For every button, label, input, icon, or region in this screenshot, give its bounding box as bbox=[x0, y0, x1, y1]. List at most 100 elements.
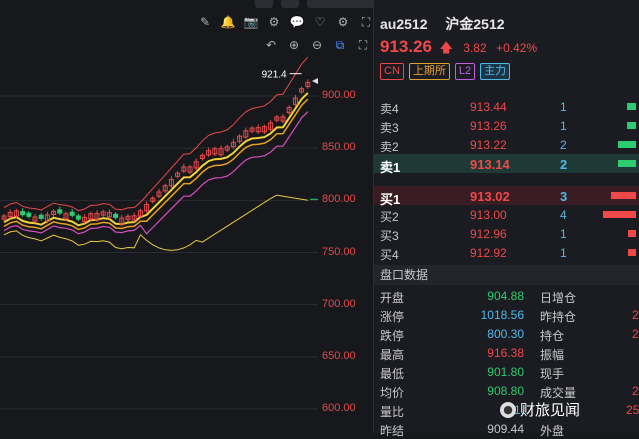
sell-price: 913.14 bbox=[470, 157, 510, 172]
stats-row: 涨停 1018.56 昨持仓 2 bbox=[374, 306, 639, 325]
stat-label: 涨停 bbox=[380, 310, 405, 324]
y-tick-label: 850.00 bbox=[322, 141, 356, 154]
sell-row[interactable]: 卖3 913.26 1 bbox=[374, 116, 639, 135]
buy-volume: 1 bbox=[560, 246, 567, 260]
stat-label: 现手 bbox=[540, 367, 565, 381]
kline-chart[interactable]: 921.4 ✎ 🔔 📷 ⚙ 💬 ♡ ⚙ ⛶ ↶ ⊕ ⊖ ⧉ ⛶ 900.00 85… bbox=[0, 0, 372, 433]
heart-icon[interactable]: ♡ bbox=[311, 14, 329, 30]
stat-label: 日增仓 bbox=[540, 291, 577, 305]
sell-row[interactable]: 卖2 913.22 2 bbox=[374, 135, 639, 154]
window-tab[interactable] bbox=[307, 0, 377, 8]
buy-price: 912.96 bbox=[470, 227, 507, 241]
buy-label: 买2 bbox=[380, 210, 399, 224]
sell-row[interactable]: 卖4 913.44 1 bbox=[374, 97, 639, 116]
boll-lower-line bbox=[3, 194, 308, 251]
section-title: 盘口数据 bbox=[374, 265, 639, 285]
chart-toolbar-second: ↶ ⊕ ⊖ ⧉ ⛶ bbox=[262, 37, 377, 53]
symbol-name: 沪金2512 bbox=[445, 16, 505, 32]
stat-value: 909.44 bbox=[487, 422, 524, 436]
quote-panel: au2512 沪金2512 913.26 🡅 3.82 +0.42% CN 上期… bbox=[373, 0, 639, 438]
tag-l2[interactable]: L2 bbox=[454, 63, 476, 80]
chat-icon[interactable]: 💬 bbox=[288, 14, 306, 30]
high-marker-label: 921.4 bbox=[262, 70, 287, 81]
zoom-in-icon[interactable]: ⊕ bbox=[285, 37, 303, 53]
price-pointer-icon bbox=[312, 78, 318, 84]
kline-canvas[interactable]: 921.4 bbox=[0, 0, 372, 433]
sell-row-best[interactable]: 卖1 913.14 2 bbox=[374, 154, 639, 175]
undo-icon[interactable]: ↶ bbox=[262, 37, 280, 53]
candle-body bbox=[69, 211, 75, 216]
candle-body bbox=[38, 214, 44, 219]
buy-price: 912.92 bbox=[470, 246, 507, 260]
buy-row[interactable]: 买4 912.92 1 bbox=[374, 243, 639, 262]
price-change: 3.82 bbox=[463, 41, 487, 55]
stat-value: 2 bbox=[632, 384, 639, 398]
select-icon[interactable]: ⧉ bbox=[331, 37, 349, 53]
stat-label: 外盘 bbox=[540, 424, 565, 438]
buy-row[interactable]: 买2 913.00 4 bbox=[374, 205, 639, 224]
tag-list: CN 上期所 L2 主力 bbox=[380, 63, 515, 80]
stat-value: 916.38 bbox=[487, 346, 524, 360]
sell-volume: 2 bbox=[560, 138, 567, 152]
stats-row: 昨结 909.44 外盘 bbox=[374, 420, 639, 439]
stats-row: 最低 901.80 现手 bbox=[374, 363, 639, 382]
candle-body bbox=[113, 213, 119, 218]
stats-row: 开盘 904.88 日增仓 bbox=[374, 287, 639, 306]
volume-bar bbox=[611, 192, 636, 199]
y-tick-label: 700.00 bbox=[322, 297, 356, 310]
sell-volume: 1 bbox=[560, 100, 567, 114]
watermark-text: 财旅见闻 bbox=[520, 401, 581, 419]
fullscreen-icon[interactable]: ⛶ bbox=[354, 37, 372, 53]
wechat-logo-icon: ● bbox=[500, 401, 516, 418]
camera-icon[interactable]: 📷 bbox=[242, 14, 260, 30]
y-tick-label: 750.00 bbox=[322, 245, 356, 258]
buy-price: 913.00 bbox=[470, 208, 507, 222]
candle-body bbox=[26, 212, 32, 217]
watermark: ● 财旅见闻 bbox=[500, 399, 580, 420]
zoom-out-icon[interactable]: ⊖ bbox=[308, 37, 326, 53]
stat-label: 昨持仓 bbox=[540, 310, 577, 324]
volume-bar bbox=[618, 160, 636, 167]
buy-row[interactable]: 买3 912.96 1 bbox=[374, 224, 639, 243]
candle-body bbox=[57, 209, 63, 214]
tag-cn[interactable]: CN bbox=[380, 63, 404, 80]
buy-volume: 1 bbox=[560, 227, 567, 241]
y-tick-label: 900.00 bbox=[322, 89, 356, 101]
stat-label: 最高 bbox=[380, 348, 405, 362]
quote-line: 913.26 🡅 3.82 +0.42% bbox=[380, 37, 537, 61]
settings-icon[interactable]: ⚙ bbox=[265, 14, 283, 30]
stats-row: 跌停 800.30 持仓 2 bbox=[374, 325, 639, 344]
stat-label: 昨结 bbox=[380, 424, 405, 438]
y-tick-label: 600.00 bbox=[322, 402, 356, 414]
sell-volume: 2 bbox=[560, 157, 568, 172]
pencil-icon[interactable]: ✎ bbox=[196, 14, 214, 30]
ma-line-2 bbox=[3, 98, 309, 231]
last-price: 913.26 bbox=[380, 37, 432, 56]
stat-value: 908.80 bbox=[487, 384, 524, 398]
tag-exchange[interactable]: 上期所 bbox=[408, 63, 450, 80]
settings2-icon[interactable]: ⚙ bbox=[334, 14, 352, 30]
stats-row: 最高 916.38 振幅 bbox=[374, 344, 639, 363]
y-tick-label: 650.00 bbox=[322, 349, 356, 362]
sell-label: 卖1 bbox=[380, 160, 401, 175]
tag-main[interactable]: 主力 bbox=[480, 63, 511, 80]
stat-label: 跌停 bbox=[380, 329, 405, 343]
stat-value: 1018.56 bbox=[480, 308, 524, 322]
y-tick-label: 800.00 bbox=[322, 193, 356, 206]
stat-label: 开盘 bbox=[380, 291, 405, 305]
price-change-pct: +0.42% bbox=[496, 41, 538, 55]
stat-label: 最低 bbox=[380, 367, 405, 381]
volume-bar bbox=[627, 103, 636, 110]
stat-value: 800.30 bbox=[487, 327, 524, 341]
chart-toolbar-top: ✎ 🔔 📷 ⚙ 💬 ♡ ⚙ ⛶ bbox=[196, 14, 380, 30]
stat-label: 均价 bbox=[380, 386, 405, 400]
buy-row-best[interactable]: 买1 913.02 3 bbox=[374, 186, 639, 207]
window-tab[interactable] bbox=[255, 0, 273, 8]
bell-icon[interactable]: 🔔 bbox=[219, 14, 237, 30]
sell-price: 913.44 bbox=[470, 100, 507, 114]
up-arrow-icon: 🡅 bbox=[439, 40, 453, 55]
sell-volume: 1 bbox=[560, 119, 567, 133]
buy-volume: 3 bbox=[560, 189, 568, 204]
candle-body bbox=[75, 215, 81, 220]
window-tab[interactable] bbox=[281, 0, 299, 8]
